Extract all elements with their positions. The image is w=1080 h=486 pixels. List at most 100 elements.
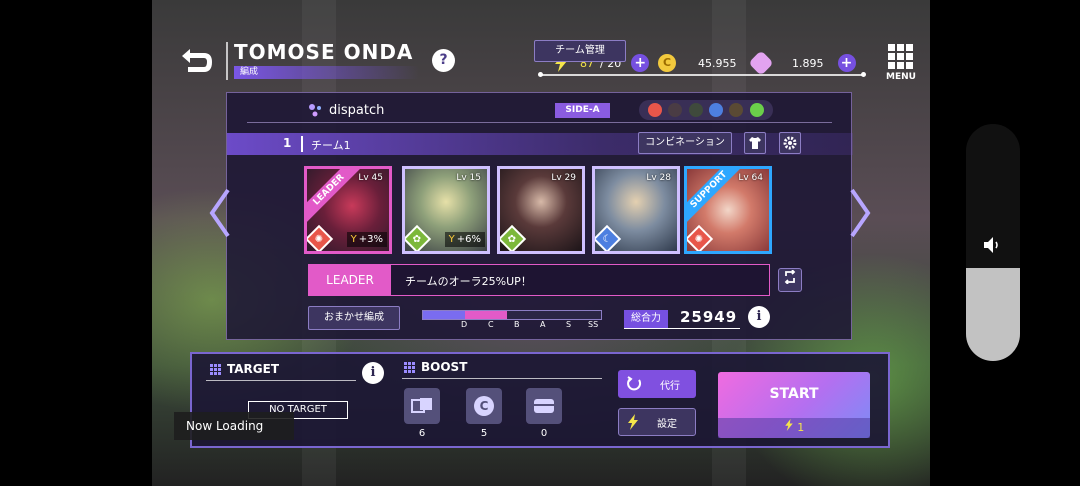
back-button[interactable]	[176, 46, 216, 80]
rank-fill-primary	[423, 311, 465, 319]
stamina-plus-button[interactable]: +	[631, 54, 650, 72]
player-name: TOMOSE ONDA	[234, 40, 414, 64]
next-team-arrow-icon[interactable]	[848, 188, 872, 238]
proxy-button[interactable]: 代行	[618, 370, 696, 398]
card-level: Lv 64	[738, 173, 763, 183]
chest-icon	[534, 399, 554, 413]
mode-title: dispatch	[307, 102, 384, 118]
card-level: Lv 28	[646, 173, 671, 183]
menu-grid-icon	[888, 44, 918, 69]
side-badge: SIDE-A	[555, 103, 610, 118]
gear-icon	[783, 136, 797, 150]
battle-settings-label: 設定	[657, 418, 677, 430]
svg-text:C: C	[480, 399, 489, 413]
power-info-button[interactable]: i	[748, 306, 770, 328]
water-icon	[709, 103, 724, 117]
auto-repeat-icon	[627, 376, 642, 391]
rank-s: S	[566, 320, 572, 329]
member-card-3[interactable]: Lv 29 ✿	[497, 166, 585, 254]
help-button[interactable]: ?	[432, 49, 455, 72]
leader-skill-bar: LEADER チームのオーラ25%UP！	[308, 264, 770, 296]
lightning-icon	[785, 419, 793, 431]
grid-icon	[404, 361, 415, 373]
coin-icon: C	[658, 54, 676, 72]
outfit-button[interactable]	[744, 132, 766, 154]
cocktail-icon: Y	[350, 234, 357, 245]
member-card-4[interactable]: Lv 28 ☾	[592, 166, 680, 254]
card-level: Lv 45	[358, 173, 383, 183]
card-bonus: Y +3%	[346, 232, 387, 247]
target-underline	[206, 380, 356, 381]
rank-a: A	[540, 320, 546, 329]
header-divider	[247, 122, 832, 123]
target-info-button[interactable]: i	[362, 362, 384, 384]
rank-c: C	[488, 320, 494, 329]
rank-fill-secondary	[465, 311, 507, 319]
grass-icon	[688, 103, 703, 117]
loading-toast: Now Loading	[174, 412, 294, 440]
gem-display: 1.895 +	[748, 50, 856, 76]
rank-ss: SS	[588, 320, 599, 329]
combination-button[interactable]: コンビネーション	[638, 132, 732, 154]
ticket-icon	[411, 398, 432, 413]
battle-settings-button[interactable]: 設定	[618, 408, 696, 436]
sparkle-icon	[309, 104, 321, 117]
boost-chest-button[interactable]	[526, 388, 562, 424]
resource-underline	[538, 72, 866, 77]
boost-underline	[402, 378, 602, 379]
team-number: 1	[283, 136, 292, 150]
power-underline	[624, 328, 740, 329]
start-cost: 1	[718, 418, 870, 438]
coin-display: C 45.955	[658, 52, 737, 74]
leader-skill-tag: LEADER	[309, 265, 391, 295]
auto-organize-button[interactable]: おまかせ編成	[308, 306, 400, 330]
target-title: TARGET	[210, 362, 279, 376]
speaker-icon	[984, 237, 998, 253]
rank-d: D	[461, 320, 468, 329]
settings-button[interactable]	[779, 132, 801, 154]
member-card-5[interactable]: SUPPORT Lv 64 ✺	[684, 166, 772, 254]
gem-plus-button[interactable]: +	[837, 54, 856, 72]
gem-icon	[748, 50, 774, 76]
card-level: Lv 29	[551, 173, 576, 183]
card-bonus: Y +6%	[444, 232, 485, 247]
gem-value: 1.895	[792, 56, 824, 70]
fire-icon	[648, 103, 663, 117]
boost-coin-button[interactable]: C	[466, 388, 502, 424]
boost-title: BOOST	[404, 360, 467, 374]
prev-team-arrow-icon[interactable]	[208, 188, 232, 238]
start-button[interactable]: START 1	[718, 372, 870, 438]
member-card-2[interactable]: Lv 15 ✿ Y +6%	[402, 166, 490, 254]
bottom-panel: TARGET i NO TARGET BOOST 6 C 5 0 代行 設定 S…	[190, 352, 890, 448]
proxy-label: 代行	[660, 380, 680, 392]
leaf-icon	[749, 103, 764, 117]
screen-subtitle: 編成	[234, 66, 419, 79]
game-screen: TOMOSE ONDA 編成 ? 87 / 20 + C 45.955 1.89…	[152, 0, 930, 486]
coin-icon: C	[474, 396, 494, 416]
back-arrow-icon	[182, 49, 212, 72]
boost-chest-count: 0	[540, 428, 548, 439]
power-label: 総合力	[624, 310, 668, 328]
boost-ticket-button[interactable]	[404, 388, 440, 424]
boost-coin-count: 5	[480, 428, 488, 439]
member-card-1[interactable]: LEADER Lv 45 ✺ Y +3%	[304, 166, 392, 254]
leader-skill-text: チームのオーラ25%UP！	[405, 275, 532, 288]
grid-icon	[210, 363, 221, 375]
volume-level	[966, 268, 1020, 361]
title-divider	[226, 42, 228, 80]
card-level: Lv 15	[456, 173, 481, 183]
team-manage-button[interactable]: チーム管理	[534, 40, 626, 62]
rank-b: B	[514, 320, 520, 329]
power-value: 25949	[680, 308, 738, 326]
cocktail-icon: Y	[448, 234, 455, 245]
swap-button[interactable]	[778, 268, 802, 292]
shirt-icon	[749, 137, 761, 149]
dark-icon	[668, 103, 683, 117]
menu-label: MENU	[886, 72, 916, 82]
menu-button[interactable]: MENU	[884, 44, 918, 84]
earth-icon	[729, 103, 744, 117]
volume-slider[interactable]	[966, 124, 1020, 361]
lightning-icon	[628, 414, 638, 430]
attribute-filter[interactable]	[639, 100, 773, 120]
rank-gauge	[422, 310, 602, 320]
